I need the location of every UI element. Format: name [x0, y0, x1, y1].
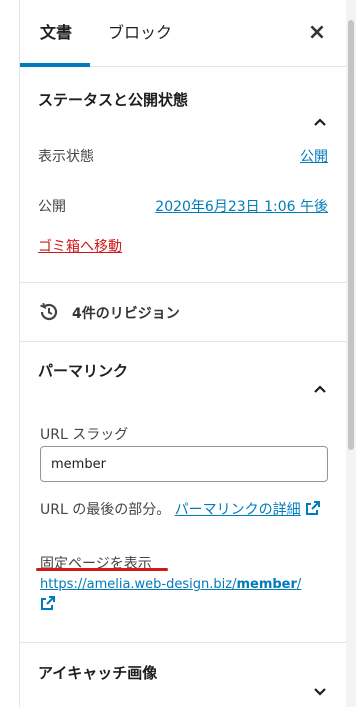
permalink-panel-title: パーマリンク	[38, 362, 129, 380]
annotation-underline	[36, 568, 168, 571]
permalink-panel-header[interactable]: パーマリンク	[20, 342, 346, 400]
featured-image-title: アイキャッチ画像	[38, 664, 158, 682]
visibility-row: 表示状態 公開	[38, 133, 346, 183]
permalink-help-text: URL の最後の部分。	[40, 502, 171, 518]
page-url-link[interactable]: https://amelia.web-design.biz/member/	[40, 575, 340, 616]
url-slug: member	[236, 577, 297, 592]
visibility-label: 表示状態	[38, 149, 94, 165]
permalink-help: URL の最後の部分。 パーマリンクの詳細	[40, 498, 336, 523]
sidebar-tabs: 文書 ブロック ×	[20, 0, 346, 67]
document-sidebar: 文書 ブロック × ステータスと公開状態 表示状態 公開 公開 2020年6月2…	[20, 0, 346, 707]
publish-label: 公開	[38, 199, 66, 215]
permalink-details-link[interactable]: パーマリンクの詳細	[174, 500, 321, 518]
url-slug-label: URL スラッグ	[40, 427, 129, 443]
url-suffix: /	[296, 577, 302, 592]
url-slug-input[interactable]	[40, 446, 328, 482]
url-base: https://amelia.web-design.biz/	[40, 577, 237, 592]
status-panel-title: ステータスと公開状態	[38, 91, 189, 109]
sidebar-scrollbar[interactable]	[346, 0, 356, 707]
history-icon	[38, 301, 60, 323]
close-icon[interactable]: ×	[306, 22, 328, 44]
status-visibility-panel: ステータスと公開状態 表示状態 公開 公開 2020年6月23日 1:06 午後…	[20, 67, 346, 283]
publish-date-toggle[interactable]: 2020年6月23日 1:06 午後	[155, 196, 328, 216]
chevron-up-icon	[312, 363, 328, 393]
scrollbar-thumb[interactable]	[348, 20, 354, 450]
revisions-link[interactable]: 4件のリビジョン	[20, 283, 346, 342]
chevron-up-icon	[312, 92, 328, 126]
external-link-icon	[305, 500, 321, 516]
visibility-toggle[interactable]: 公開	[300, 146, 328, 166]
publish-row: 公開 2020年6月23日 1:06 午後	[38, 183, 346, 233]
status-panel-header[interactable]: ステータスと公開状態	[38, 67, 346, 133]
chevron-down-icon	[312, 665, 328, 696]
tab-document[interactable]: 文書	[40, 0, 72, 66]
revisions-label: 4件のリビジョン	[72, 306, 180, 322]
editor-edge	[0, 0, 19, 707]
sidebar-app: 文書 ブロック × ステータスと公開状態 表示状態 公開 公開 2020年6月2…	[0, 0, 356, 707]
featured-image-panel-header[interactable]: アイキャッチ画像	[20, 643, 346, 703]
external-link-icon	[40, 595, 56, 611]
permalink-panel: パーマリンク URL スラッグ URL の最後の部分。 パーマリンクの詳細 固定…	[20, 342, 346, 643]
move-to-trash-button[interactable]: ゴミ箱へ移動	[38, 236, 122, 256]
permalink-details-label: パーマリンクの詳細	[174, 502, 301, 518]
tab-block[interactable]: ブロック	[108, 0, 172, 66]
